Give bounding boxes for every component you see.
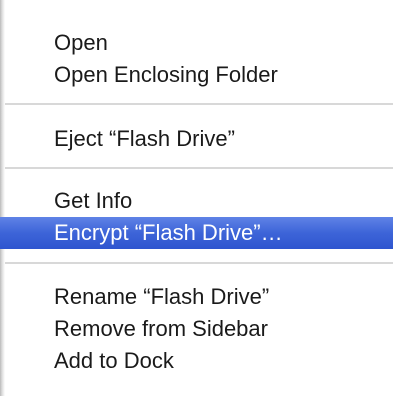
- menu-item-open[interactable]: Open: [0, 27, 393, 59]
- menu-item-remove-from-sidebar[interactable]: Remove from Sidebar: [0, 313, 393, 345]
- menu-item-rename[interactable]: Rename “Flash Drive”: [0, 281, 393, 313]
- menu-item-get-info[interactable]: Get Info: [0, 185, 393, 217]
- menu-item-open-enclosing-folder[interactable]: Open Enclosing Folder: [0, 59, 393, 91]
- context-menu: Open Open Enclosing Folder Eject “Flash …: [0, 0, 393, 396]
- menu-item-encrypt[interactable]: Encrypt “Flash Drive”…: [0, 217, 393, 249]
- menu-separator: [5, 167, 393, 169]
- menu-item-eject[interactable]: Eject “Flash Drive”: [0, 123, 393, 155]
- menu-item-add-to-dock[interactable]: Add to Dock: [0, 345, 393, 377]
- menu-separator: [5, 262, 393, 264]
- menu-separator: [5, 103, 393, 105]
